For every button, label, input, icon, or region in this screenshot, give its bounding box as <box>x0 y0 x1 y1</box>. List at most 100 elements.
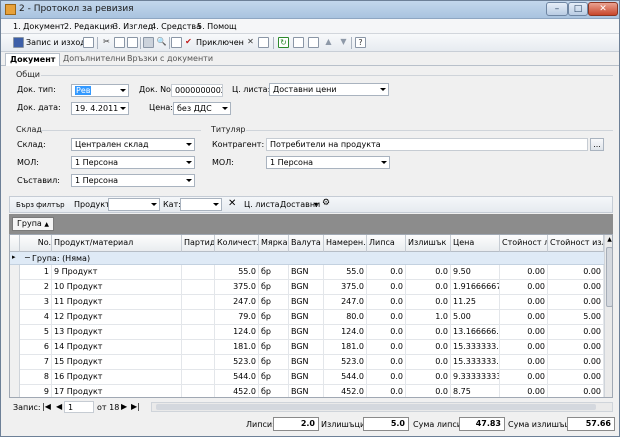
cell-surplus[interactable]: 0.0 <box>406 295 451 310</box>
table-row[interactable]: 4 12 Продукт 79.0 бр BGN 80.0 0.0 1.0 5.00 0.00 5.… <box>10 310 604 325</box>
cell-surplus[interactable]: 0.0 <box>406 355 451 370</box>
cell-quantity[interactable]: 544.0 <box>215 370 259 385</box>
cell-found[interactable]: 375.0 <box>324 280 367 295</box>
cell-product[interactable]: 15 Продукт <box>52 355 182 370</box>
cell-batch[interactable] <box>182 280 215 295</box>
cell-product[interactable]: 16 Продукт <box>52 370 182 385</box>
tab-document-links[interactable]: Връзки с документи <box>127 54 213 63</box>
cell-product[interactable]: 10 Продукт <box>52 280 182 295</box>
first-record-button[interactable]: |◀ <box>42 402 51 411</box>
cell-quantity[interactable]: 247.0 <box>215 295 259 310</box>
print-preview-icon[interactable] <box>83 37 94 48</box>
column-header-surplus-value[interactable]: Стойност изл... <box>548 235 604 252</box>
cell-unit[interactable]: бр <box>259 340 289 355</box>
cell-quantity[interactable]: 181.0 <box>215 340 259 355</box>
cell-quantity[interactable]: 375.0 <box>215 280 259 295</box>
cell-surplus[interactable]: 0.0 <box>406 280 451 295</box>
cell-product[interactable]: 13 Продукт <box>52 325 182 340</box>
save-and-exit-button[interactable]: Запис и изход <box>26 38 86 47</box>
last-record-button[interactable]: ▶| <box>131 402 140 411</box>
row-selector[interactable] <box>10 310 20 325</box>
cell-batch[interactable] <box>182 340 215 355</box>
column-header-unit[interactable]: Мярка <box>259 235 289 252</box>
cell-price[interactable]: 8.75 <box>451 385 500 397</box>
cell-batch[interactable] <box>182 265 215 280</box>
print-icon[interactable] <box>143 37 154 48</box>
doc-type-select[interactable]: Рев <box>71 84 129 97</box>
cell-shortage-value[interactable]: 0.00 <box>500 310 548 325</box>
cell-surplus-value[interactable]: 0.00 <box>548 325 604 340</box>
cell-no[interactable]: 4 <box>20 310 52 325</box>
row-selector[interactable] <box>10 325 20 340</box>
maximize-button[interactable]: □ <box>568 2 588 16</box>
column-header-shortage[interactable]: Липса <box>367 235 406 252</box>
cell-batch[interactable] <box>182 370 215 385</box>
cell-shortage[interactable]: 0.0 <box>367 355 406 370</box>
record-number-field[interactable]: 1 <box>64 401 94 413</box>
cell-price[interactable]: 5.00 <box>451 310 500 325</box>
cell-batch[interactable] <box>182 385 215 397</box>
cell-shortage-value[interactable]: 0.00 <box>500 325 548 340</box>
price-select[interactable]: без ДДС <box>173 102 231 115</box>
cell-found[interactable]: 523.0 <box>324 355 367 370</box>
cell-price[interactable]: 15.333333... <box>451 355 500 370</box>
table-row[interactable]: 2 10 Продукт 375.0 бр BGN 375.0 0.0 0.0 1.916666… <box>10 280 604 295</box>
collapse-icon[interactable]: − <box>24 253 31 262</box>
row-selector[interactable] <box>10 340 20 355</box>
cell-found[interactable]: 124.0 <box>324 325 367 340</box>
cell-batch[interactable] <box>182 310 215 325</box>
cancel-icon[interactable]: ✕ <box>245 37 256 48</box>
cell-unit[interactable]: бр <box>259 310 289 325</box>
close-document-button[interactable]: Приключен <box>196 38 244 47</box>
column-header-surplus[interactable]: Излишък <box>406 235 451 252</box>
column-header-price[interactable]: Цена <box>451 235 500 252</box>
cell-surplus-value[interactable]: 0.00 <box>548 295 604 310</box>
author-select[interactable]: 1 Персона <box>71 174 195 187</box>
cell-unit[interactable]: бр <box>259 295 289 310</box>
cell-surplus[interactable]: 0.0 <box>406 370 451 385</box>
cell-quantity[interactable]: 79.0 <box>215 310 259 325</box>
cell-quantity[interactable]: 124.0 <box>215 325 259 340</box>
group-row[interactable]: ▸ − Група: (Няма) <box>10 252 604 265</box>
cell-surplus-value[interactable]: 0.00 <box>548 385 604 397</box>
prev-record-button[interactable]: ◀ <box>56 402 62 411</box>
cell-shortage[interactable]: 0.0 <box>367 295 406 310</box>
cell-price[interactable]: 11.25 <box>451 295 500 310</box>
tab-additional[interactable]: Допълнителни <box>63 54 126 63</box>
group-chip[interactable]: Група ▲ <box>12 217 54 231</box>
table-row[interactable]: 9 17 Продукт 452.0 бр BGN 452.0 0.0 0.0 8.75 0.00… <box>10 385 604 397</box>
cell-product[interactable]: 17 Продукт <box>52 385 182 397</box>
row-selector[interactable] <box>10 370 20 385</box>
column-header-shortage-value[interactable]: Стойност ли... <box>500 235 548 252</box>
cell-shortage[interactable]: 0.0 <box>367 340 406 355</box>
cell-currency[interactable]: BGN <box>289 385 324 397</box>
partner-field[interactable]: Потребители на продукта <box>266 138 588 151</box>
row-selector[interactable] <box>10 385 20 397</box>
cell-quantity[interactable]: 55.0 <box>215 265 259 280</box>
up-arrow-icon[interactable]: ▲ <box>323 37 334 48</box>
scroll-thumb[interactable] <box>606 247 612 307</box>
cell-shortage[interactable]: 0.0 <box>367 370 406 385</box>
cell-unit[interactable]: бр <box>259 325 289 340</box>
save-icon[interactable] <box>13 37 24 48</box>
help-icon[interactable]: ? <box>355 37 366 48</box>
cell-price[interactable]: 9.50 <box>451 265 500 280</box>
column-header-product[interactable]: Продукт/материал <box>52 235 182 252</box>
horizontal-scrollbar[interactable] <box>151 402 613 412</box>
row-selector[interactable] <box>10 295 20 310</box>
minimize-button[interactable]: – <box>546 2 568 16</box>
table-row[interactable]: 19 Продукт 55.0 бр BGN 55.0 0.0 0.0 9.50 0.00 0.0… <box>10 265 604 280</box>
cell-found[interactable]: 247.0 <box>324 295 367 310</box>
table-row[interactable]: 8 16 Продукт 544.0 бр BGN 544.0 0.0 0.0 9.333333… <box>10 370 604 385</box>
cell-found[interactable]: 80.0 <box>324 310 367 325</box>
next-record-button[interactable]: ▶ <box>121 402 127 411</box>
clear-filter-icon[interactable]: ✕ <box>228 198 236 209</box>
warehouse-mol-select[interactable]: 1 Персона <box>71 156 195 169</box>
new-document-icon[interactable] <box>308 37 319 48</box>
chevron-down-icon[interactable]: ▾ <box>314 200 318 209</box>
cell-shortage-value[interactable]: 0.00 <box>500 340 548 355</box>
cell-shortage-value[interactable]: 0.00 <box>500 385 548 397</box>
cell-currency[interactable]: BGN <box>289 265 324 280</box>
cell-found[interactable]: 181.0 <box>324 340 367 355</box>
document-icon[interactable] <box>171 37 182 48</box>
